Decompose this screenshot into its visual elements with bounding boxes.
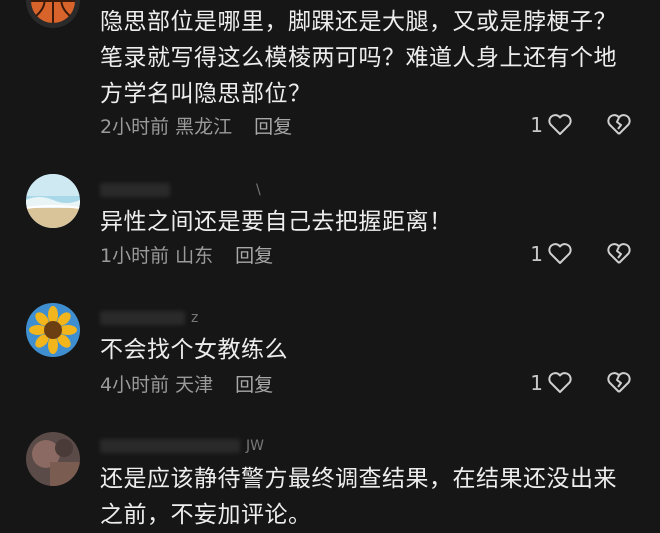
dislike-button[interactable] (606, 112, 632, 138)
comment-text: 异性之间还是要自己去把握距离！ (100, 209, 453, 235)
reply-button[interactable]: 回复 (254, 112, 292, 139)
like-button[interactable]: 1 (530, 112, 573, 138)
photo-avatar-icon (26, 432, 80, 486)
like-button[interactable]: 1 (530, 241, 573, 267)
comment-location: 山东 (175, 244, 214, 267)
avatar[interactable] (26, 174, 80, 228)
reply-button[interactable]: 回复 (235, 241, 273, 268)
beach-avatar-icon (26, 174, 80, 228)
comment-time: 2小时前 (100, 115, 170, 138)
avatar[interactable] (26, 0, 80, 28)
comment-meta: 4小时前 天津 回复 (100, 370, 273, 396)
sunflower-avatar-icon (26, 303, 80, 357)
username[interactable]: \ (100, 182, 261, 198)
broken-heart-icon (606, 242, 632, 266)
username-fragment: JW (246, 438, 264, 454)
comment-location: 黑龙江 (175, 115, 233, 138)
username[interactable]: z (100, 310, 198, 326)
heart-outline-icon (547, 242, 573, 266)
comment-meta: 1小时前 山东 回复 (100, 241, 273, 267)
broken-heart-icon (606, 113, 632, 137)
broken-heart-icon (606, 371, 632, 395)
like-count: 1 (530, 242, 543, 266)
comment-meta: 2小时前 黑龙江 回复 (100, 112, 292, 138)
username[interactable]: JW (100, 438, 264, 454)
comment-text: 还是应该静待警方最终调查结果，在结果还没出来之前，不妄加评论。 (100, 466, 617, 528)
basketball-avatar-icon (26, 0, 80, 28)
like-count: 1 (530, 113, 543, 137)
like-count: 1 (530, 371, 543, 395)
comment-location: 天津 (175, 373, 214, 396)
username-fragment: z (191, 310, 199, 326)
comment-time: 1小时前 (100, 244, 170, 267)
dislike-button[interactable] (606, 370, 632, 396)
username-redacted (100, 183, 170, 197)
heart-outline-icon (547, 371, 573, 395)
avatar[interactable] (26, 303, 80, 357)
comment-text: 不会找个女教练么 (100, 337, 288, 363)
like-button[interactable]: 1 (530, 370, 573, 396)
avatar[interactable] (26, 432, 80, 486)
comment-time: 4小时前 (100, 373, 170, 396)
heart-outline-icon (547, 113, 573, 137)
comment-text: 隐思部位是哪里，脚踝还是大腿，又或是脖梗子？笔录就写得这么模棱两可吗？难道人身上… (100, 9, 617, 107)
dislike-button[interactable] (606, 241, 632, 267)
username-fragment: \ (256, 182, 261, 198)
reply-button[interactable]: 回复 (235, 370, 273, 397)
username-redacted (100, 311, 185, 325)
username-redacted (100, 439, 240, 453)
